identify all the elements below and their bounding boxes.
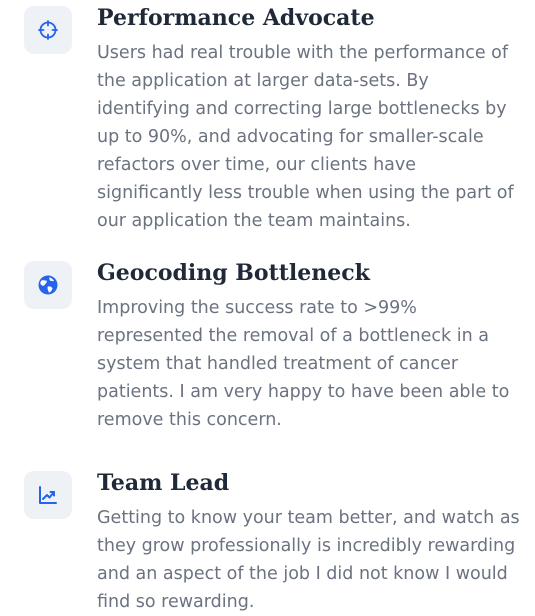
feature-team-lead: Team Lead Getting to know your team bett…	[24, 468, 524, 616]
feature-performance-advocate: Performance Advocate Users had real trou…	[24, 3, 524, 235]
feature-title: Performance Advocate	[97, 5, 375, 31]
feature-geocoding-bottleneck: Geocoding Bottleneck Improving the succe…	[24, 258, 524, 434]
feature-text: Team Lead Getting to know your team bett…	[97, 468, 524, 616]
globe-icon-box	[24, 261, 72, 309]
feature-description: Users had real trouble with the performa…	[97, 43, 514, 231]
trending-up-icon-box	[24, 471, 72, 519]
feature-title: Geocoding Bottleneck	[97, 260, 370, 286]
crosshair-icon-box	[24, 6, 72, 54]
feature-description: Improving the success rate to >99% repre…	[97, 298, 510, 430]
globe-icon	[38, 275, 58, 295]
crosshair-icon	[38, 20, 58, 40]
feature-description: Getting to know your team better, and wa…	[97, 508, 520, 612]
trending-up-icon	[39, 486, 57, 504]
feature-title: Team Lead	[97, 470, 230, 496]
feature-text: Geocoding Bottleneck Improving the succe…	[97, 258, 524, 434]
feature-text: Performance Advocate Users had real trou…	[97, 3, 524, 235]
